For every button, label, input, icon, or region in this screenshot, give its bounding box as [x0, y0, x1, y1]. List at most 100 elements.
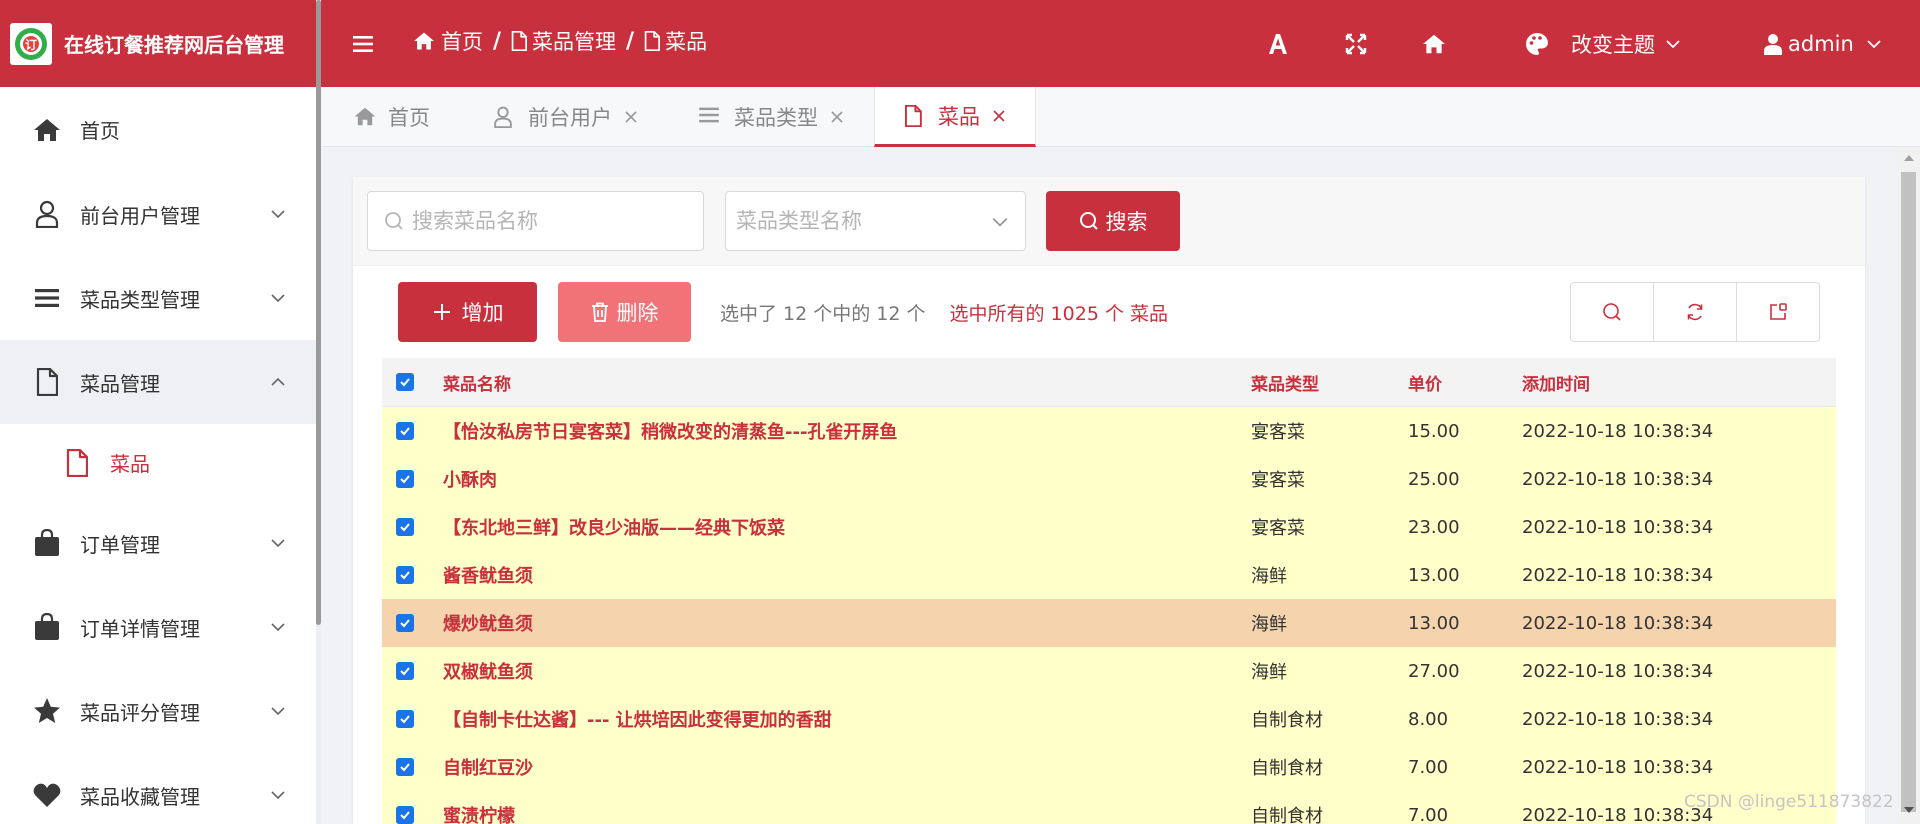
dish-name-link[interactable]: 爆炒鱿鱼须 [443, 610, 533, 636]
table-row[interactable]: 【怡汝私房节日宴客菜】稍微改变的清蒸鱼---孔雀开屏鱼 宴客菜 15.00 2022-… [382, 407, 1836, 455]
home-icon [1421, 33, 1447, 55]
sidebar-item-label: 菜品类型管理 [80, 287, 200, 312]
dish-name-link[interactable]: 【自制卡仕达酱】--- 让烘培因此变得更加的香甜 [443, 706, 832, 732]
font-size-button[interactable] [1267, 0, 1289, 87]
sidebar: 订 在线订餐推荐网后台管理 首页 前台用户管理 菜品类型管理 菜品管理 菜品 订… [0, 0, 316, 824]
breadcrumb: 首页 / 菜品管理 / 菜品 [412, 0, 707, 82]
tab-label: 首页 [388, 106, 430, 130]
dish-price-cell: 25.00 [1408, 468, 1460, 490]
dish-name-link[interactable]: 【怡汝私房节日宴客菜】稍微改变的清蒸鱼---孔雀开屏鱼 [443, 418, 897, 444]
tab-home[interactable]: 首页 [353, 87, 430, 147]
dish-name-link[interactable]: 【东北地三鲜】改良少油版——经典下饭菜 [443, 514, 785, 540]
list-icon [699, 106, 721, 128]
delete-button[interactable]: 删除 [558, 282, 691, 342]
row-checkbox[interactable] [396, 758, 414, 776]
row-checkbox[interactable] [396, 710, 414, 728]
sidebar-item-frontend-users[interactable]: 前台用户管理 [0, 172, 316, 256]
dish-name-link[interactable]: 自制红豆沙 [443, 754, 533, 780]
star-icon [32, 696, 62, 726]
chevron-down-icon [270, 290, 286, 306]
column-header-price[interactable]: 单价 [1408, 370, 1442, 395]
dish-name-search-input[interactable] [412, 209, 692, 233]
dish-type-select[interactable] [725, 191, 1026, 251]
scroll-up-arrow-icon[interactable] [1904, 155, 1914, 161]
chevron-down-icon [270, 206, 286, 222]
scroll-down-arrow-icon[interactable] [1904, 807, 1914, 813]
dish-type-cell: 自制食材 [1251, 758, 1323, 779]
column-header-name[interactable]: 菜品名称 [443, 370, 511, 395]
file-icon [511, 31, 528, 51]
row-checkbox[interactable] [396, 662, 414, 680]
table-row[interactable]: 爆炒鱿鱼须 海鲜 13.00 2022-10-18 10:38:34 [382, 599, 1836, 647]
column-header-type[interactable]: 菜品类型 [1251, 370, 1319, 395]
user-icon [1764, 33, 1782, 55]
dish-time-cell: 2022-10-18 10:38:34 [1522, 660, 1714, 682]
sidebar-item-label: 菜品收藏管理 [80, 784, 200, 809]
file-icon [62, 448, 92, 478]
home-button[interactable] [1421, 0, 1447, 87]
tab-dish-types[interactable]: 菜品类型 [699, 87, 844, 147]
table-row[interactable]: 酱香鱿鱼须 海鲜 13.00 2022-10-18 10:38:34 [382, 551, 1836, 599]
add-button[interactable]: 增加 [398, 282, 537, 342]
chevron-down-icon [1665, 36, 1681, 52]
home-icon [412, 31, 436, 51]
search-button[interactable]: 搜索 [1046, 191, 1180, 251]
sidebar-item-order-details[interactable]: 订单详情管理 [0, 585, 316, 669]
row-checkbox[interactable] [396, 470, 414, 488]
page-scrollbar-thumb[interactable] [1901, 172, 1916, 812]
breadcrumb-separator: / [626, 28, 635, 54]
sidebar-item-label: 首页 [80, 119, 120, 143]
export-button[interactable] [1737, 283, 1819, 341]
toggle-search-button[interactable] [1571, 283, 1654, 341]
sidebar-item-dish-management[interactable]: 菜品管理 [0, 340, 316, 424]
breadcrumb-dish-management[interactable]: 菜品管理 [511, 26, 616, 56]
tab-frontend-users[interactable]: 前台用户 [493, 87, 638, 147]
tab-dishes[interactable]: 菜品 [874, 87, 1036, 147]
menu-toggle-button[interactable] [353, 0, 375, 87]
refresh-button[interactable] [1654, 283, 1737, 341]
select-all-checkbox[interactable] [396, 373, 414, 391]
table-row[interactable]: 【东北地三鲜】改良少油版——经典下饭菜 宴客菜 23.00 2022-10-18 10… [382, 503, 1836, 551]
user-dropdown[interactable]: admin [1764, 0, 1882, 87]
sidebar-item-home[interactable]: 首页 [0, 87, 316, 172]
select-all-link[interactable]: 选中所有的 1025 个 菜品 [950, 299, 1168, 326]
theme-dropdown[interactable]: 改变主题 [1525, 0, 1681, 87]
sidebar-subitem-dishes[interactable]: 菜品 [0, 424, 316, 501]
row-checkbox[interactable] [396, 422, 414, 440]
sidebar-item-orders[interactable]: 订单管理 [0, 501, 316, 585]
row-checkbox[interactable] [396, 806, 414, 824]
column-header-time[interactable]: 添加时间 [1522, 370, 1590, 395]
table-row[interactable]: 双椒鱿鱼须 海鲜 27.00 2022-10-18 10:38:34 [382, 647, 1836, 695]
row-checkbox[interactable] [396, 614, 414, 632]
row-checkbox[interactable] [396, 518, 414, 536]
breadcrumb-home[interactable]: 首页 [412, 26, 483, 56]
close-icon[interactable] [624, 110, 638, 124]
delete-button-label: 删除 [616, 301, 659, 325]
dish-price-cell: 13.00 [1408, 612, 1460, 634]
close-icon[interactable] [830, 110, 844, 124]
dish-name-link[interactable]: 蜜渍柠檬 [443, 802, 515, 824]
user-icon [32, 199, 62, 229]
table-row[interactable]: 自制红豆沙 自制食材 7.00 2022-10-18 10:38:34 [382, 743, 1836, 791]
row-checkbox[interactable] [396, 566, 414, 584]
dish-type-cell: 海鲜 [1251, 614, 1287, 635]
dish-name-link[interactable]: 酱香鱿鱼须 [443, 562, 533, 588]
table-row[interactable]: 【自制卡仕达酱】--- 让烘培因此变得更加的香甜 自制食材 8.00 2022-10-… [382, 695, 1836, 743]
dish-name-link[interactable]: 小酥肉 [443, 466, 497, 492]
sidebar-item-dish-types[interactable]: 菜品类型管理 [0, 256, 316, 340]
palette-icon [1525, 32, 1549, 56]
dish-name-link[interactable]: 双椒鱿鱼须 [443, 658, 533, 684]
dish-name-search-field[interactable] [367, 191, 704, 251]
bag-icon [32, 528, 62, 558]
dish-time-cell: 2022-10-18 10:38:34 [1522, 708, 1714, 730]
dish-time-cell: 2022-10-18 10:38:34 [1522, 612, 1714, 634]
page-scrollbar[interactable] [1897, 147, 1920, 824]
selection-count: 选中了 12 个中的 12 个 [720, 302, 926, 325]
fullscreen-button[interactable] [1345, 0, 1367, 87]
sidebar-item-dish-favorites[interactable]: 菜品收藏管理 [0, 753, 316, 824]
table-row[interactable]: 蜜渍柠檬 自制食材 7.00 2022-10-18 10:38:34 [382, 791, 1836, 824]
close-icon[interactable] [992, 109, 1006, 123]
table-row[interactable]: 小酥肉 宴客菜 25.00 2022-10-18 10:38:34 [382, 455, 1836, 503]
dish-type-select-input[interactable] [736, 209, 976, 233]
sidebar-item-dish-ratings[interactable]: 菜品评分管理 [0, 669, 316, 753]
